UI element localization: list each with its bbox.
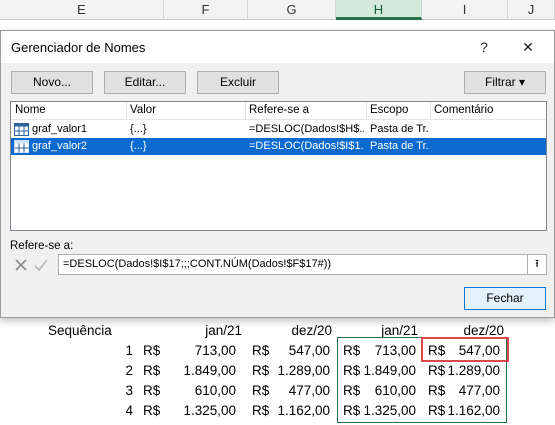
name-cell: graf_valor2: [32, 140, 88, 152]
refers-to-bar: =DESLOC(Dados!$I$17;;;CONT.NÚM(Dados!$F$…: [10, 254, 547, 276]
value-cell: {...}: [130, 123, 147, 135]
header-date-cell[interactable]: dez/20: [254, 321, 332, 341]
refers-to-label: Refere-se a:: [10, 240, 74, 252]
value-cell[interactable]: 547,00: [260, 341, 330, 361]
seq-cell[interactable]: 4: [100, 401, 133, 421]
col-header-scope[interactable]: Escopo: [370, 104, 408, 116]
names-list-header: Nome Valor Refere-se a Escopo Comentário: [11, 102, 546, 120]
header-date-cell[interactable]: jan/21: [170, 321, 242, 341]
column-header-j[interactable]: J: [508, 0, 555, 20]
refers-to-input[interactable]: =DESLOC(Dados!$I$17;;;CONT.NÚM(Dados!$F$…: [58, 254, 528, 275]
column-header-i[interactable]: I: [422, 0, 508, 20]
column-header-f[interactable]: F: [164, 0, 248, 20]
confirm-check-icon[interactable]: [33, 257, 49, 273]
value-cell[interactable]: 1.162,00: [260, 401, 330, 421]
filter-button[interactable]: Filtrar ▾: [464, 71, 546, 94]
close-icon[interactable]: ✕: [517, 37, 539, 57]
delete-name-button[interactable]: Excluir: [197, 71, 279, 94]
help-button[interactable]: ?: [473, 37, 495, 57]
seq-cell[interactable]: 2: [100, 361, 133, 381]
highlight-box: [421, 337, 509, 362]
currency-cell[interactable]: R$: [143, 361, 160, 381]
refers-cell: =DESLOC(Dados!$H$...: [249, 123, 364, 135]
currency-cell[interactable]: R$: [143, 401, 160, 421]
value-cell[interactable]: 713,00: [160, 341, 236, 361]
value-cell[interactable]: 610,00: [160, 381, 236, 401]
refers-cell: =DESLOC(Dados!$I$1...: [249, 140, 364, 152]
col-header-refers[interactable]: Refere-se a: [249, 104, 309, 116]
name-manager-dialog: Gerenciador de Nomes ? ✕ Novo... Editar.…: [0, 30, 555, 318]
close-button[interactable]: Fechar: [464, 287, 546, 310]
currency-cell[interactable]: R$: [143, 341, 160, 361]
value-cell: {...}: [130, 140, 147, 152]
column-header-h[interactable]: H: [336, 0, 422, 20]
table-icon: [14, 123, 29, 136]
scope-cell: Pasta de Tr...: [370, 140, 428, 152]
table-icon: [14, 140, 29, 153]
name-cell: graf_valor1: [32, 123, 88, 135]
list-item-selected[interactable]: graf_valor2 {...} =DESLOC(Dados!$I$1... …: [11, 138, 546, 155]
seq-cell[interactable]: 1: [100, 341, 133, 361]
seq-cell[interactable]: 3: [100, 381, 133, 401]
currency-cell[interactable]: R$: [143, 381, 160, 401]
header-label-cell[interactable]: Sequência: [48, 321, 112, 341]
collapse-dialog-icon[interactable]: ⭱: [528, 254, 547, 275]
value-cell[interactable]: 477,00: [260, 381, 330, 401]
col-header-name[interactable]: Nome: [15, 104, 46, 116]
names-list[interactable]: Nome Valor Refere-se a Escopo Comentário…: [10, 101, 547, 231]
value-cell[interactable]: 1.325,00: [160, 401, 236, 421]
dialog-titlebar[interactable]: Gerenciador de Nomes ? ✕: [1, 31, 554, 63]
column-header-bar: E F G H I J: [0, 0, 555, 20]
column-header-g[interactable]: G: [248, 0, 336, 20]
dialog-title: Gerenciador de Nomes: [11, 40, 146, 55]
scope-cell: Pasta de Tr...: [370, 123, 428, 135]
value-cell[interactable]: 1.289,00: [260, 361, 330, 381]
value-cell[interactable]: 1.849,00: [160, 361, 236, 381]
new-name-button[interactable]: Novo...: [11, 71, 93, 94]
cancel-icon[interactable]: [13, 257, 29, 273]
list-item[interactable]: graf_valor1 {...} =DESLOC(Dados!$H$... P…: [11, 121, 546, 138]
column-header-e[interactable]: E: [0, 0, 164, 20]
col-header-value[interactable]: Valor: [130, 104, 156, 116]
edit-name-button[interactable]: Editar...: [104, 71, 186, 94]
col-header-comment[interactable]: Comentário: [434, 104, 493, 116]
